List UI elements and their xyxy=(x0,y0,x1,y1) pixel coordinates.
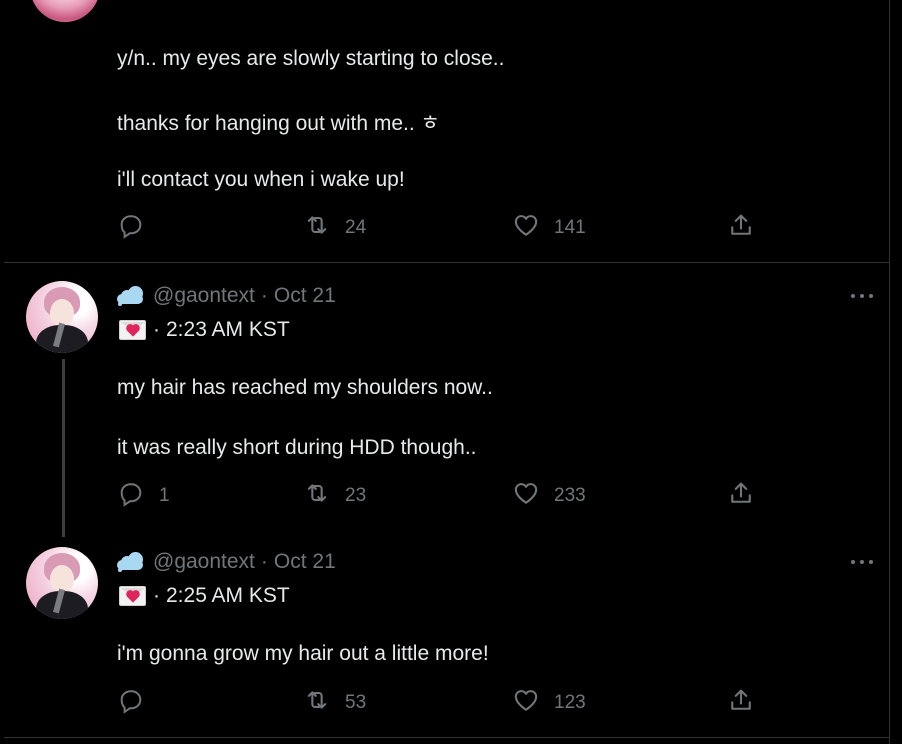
thread-line xyxy=(62,359,65,537)
retweet-icon xyxy=(303,211,331,245)
cloud-emoji-icon xyxy=(117,551,145,573)
more-icon xyxy=(850,552,874,570)
tweet[interactable]: y/n.. my eyes are slowly starting to clo… xyxy=(4,0,889,263)
tweet-text-line: i'll contact you when i wake up! xyxy=(117,168,405,191)
retweet-count: 23 xyxy=(345,485,367,506)
tweet-actions: 24 141 xyxy=(117,211,817,245)
more-icon xyxy=(850,286,874,304)
retweet-button[interactable]: 23 xyxy=(303,479,366,513)
share-button[interactable] xyxy=(727,479,755,513)
tweet-text-line: y/n.. my eyes are slowly starting to clo… xyxy=(117,47,505,70)
like-button[interactable]: 123 xyxy=(512,686,586,720)
retweet-count: 53 xyxy=(345,692,367,713)
separator: · xyxy=(260,550,268,573)
like-count: 141 xyxy=(554,217,586,238)
more-button[interactable] xyxy=(847,283,877,307)
tweet-header: @gaontext · Oct 21 xyxy=(117,283,336,309)
reply-button[interactable] xyxy=(117,686,159,720)
display-subline: · 2:25 AM KST xyxy=(119,582,290,610)
share-button[interactable] xyxy=(727,686,755,720)
separator: · xyxy=(153,318,160,341)
reply-button[interactable] xyxy=(117,211,159,245)
reply-button[interactable]: 1 xyxy=(117,479,170,513)
user-handle[interactable]: @gaontext xyxy=(153,550,255,574)
avatar[interactable] xyxy=(26,547,98,619)
avatar[interactable] xyxy=(26,281,98,353)
user-handle[interactable]: @gaontext xyxy=(153,284,255,308)
love-letter-emoji-icon xyxy=(119,320,146,340)
share-button[interactable] xyxy=(727,211,755,245)
retweet-icon xyxy=(303,686,331,720)
retweet-button[interactable]: 24 xyxy=(303,211,366,245)
tweet-text-line: it was really short during HDD though.. xyxy=(117,436,477,459)
like-button[interactable]: 141 xyxy=(512,211,586,245)
avatar[interactable] xyxy=(30,0,100,22)
timestamp: 2:23 AM KST xyxy=(166,318,290,341)
tweet-date[interactable]: Oct 21 xyxy=(274,284,336,308)
tweet-actions: 1 23 233 xyxy=(117,479,817,513)
tweet-header: @gaontext · Oct 21 xyxy=(117,549,336,575)
share-icon xyxy=(727,479,755,513)
tweet-text-line: i'm gonna grow my hair out a little more… xyxy=(117,642,489,665)
share-icon xyxy=(727,211,755,245)
reply-icon xyxy=(117,686,145,720)
separator: · xyxy=(260,284,268,307)
heart-icon xyxy=(512,479,540,513)
tweet-text-line: thanks for hanging out with me.. ㅎ xyxy=(117,112,440,135)
reply-icon xyxy=(117,479,145,513)
more-button[interactable] xyxy=(847,549,877,573)
display-subline: · 2:23 AM KST xyxy=(119,316,290,344)
share-icon xyxy=(727,686,755,720)
retweet-button[interactable]: 53 xyxy=(303,686,366,720)
retweet-count: 24 xyxy=(345,217,367,238)
heart-icon xyxy=(512,211,540,245)
like-button[interactable]: 233 xyxy=(512,479,586,513)
like-count: 123 xyxy=(554,692,586,713)
tweet-date[interactable]: Oct 21 xyxy=(274,550,336,574)
separator: · xyxy=(153,584,160,607)
retweet-icon xyxy=(303,479,331,513)
love-letter-emoji-icon xyxy=(119,586,146,606)
tweet[interactable]: @gaontext · Oct 21 · 2:23 AM KST my hair… xyxy=(4,263,889,537)
timeline-border xyxy=(889,0,902,744)
tweet-text-line: my hair has reached my shoulders now.. xyxy=(117,376,493,399)
tweet[interactable]: @gaontext · Oct 21 · 2:25 AM KST i'm gon… xyxy=(4,529,889,738)
like-count: 233 xyxy=(554,485,586,506)
reply-icon xyxy=(117,211,145,245)
cloud-emoji-icon xyxy=(117,285,145,307)
heart-icon xyxy=(512,686,540,720)
tweet-actions: 53 123 xyxy=(117,686,817,720)
reply-count: 1 xyxy=(159,485,170,506)
timestamp: 2:25 AM KST xyxy=(166,584,290,607)
